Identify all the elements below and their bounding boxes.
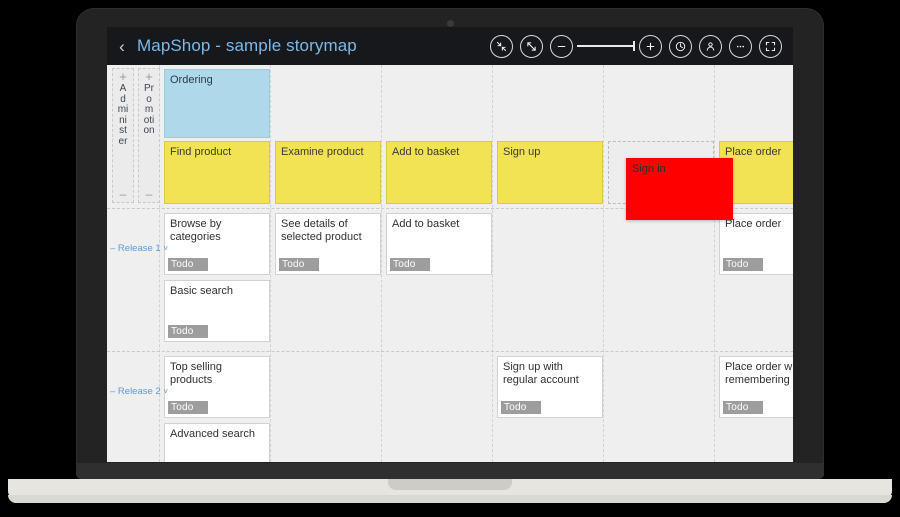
activity-card-examine-product[interactable]: Examine product <box>275 141 381 204</box>
status-badge[interactable]: Todo <box>390 258 430 271</box>
history-icon[interactable] <box>669 35 692 58</box>
vertical-activity-columns: + Administer – + Promotion – <box>112 68 160 203</box>
status-badge[interactable]: Todo <box>723 258 763 271</box>
vcol-administer[interactable]: + Administer – <box>112 68 134 203</box>
vcol-promotion[interactable]: + Promotion – <box>138 68 160 203</box>
zoom-slider-knob[interactable] <box>633 41 635 51</box>
release-1-band: Browse by categories Todo Basic search T… <box>159 208 793 351</box>
card-title: Place order with remembering d <box>725 361 793 386</box>
card-title: Browse by categories <box>170 218 221 243</box>
card-title: Examine product <box>281 146 364 158</box>
laptop-base-lip <box>8 495 892 503</box>
more-icon[interactable] <box>729 35 752 58</box>
card-title: Sign up <box>503 146 540 158</box>
story-card-add-to-basket[interactable]: Add to basket Todo <box>386 213 492 275</box>
release-2-band: Top selling products Todo Advanced searc… <box>159 351 793 462</box>
story-card-basic-search[interactable]: Basic search Todo <box>164 280 270 342</box>
story-card-sign-up-regular-account[interactable]: Sign up with regular account Todo <box>497 356 603 418</box>
expand-all-icon[interactable] <box>520 35 543 58</box>
dragged-card-sign-in[interactable]: Sign in <box>626 158 733 220</box>
goal-card-ordering[interactable]: Ordering <box>164 69 270 138</box>
story-card-place-order[interactable]: Place order Todo <box>719 213 793 275</box>
zoom-slider[interactable] <box>550 35 662 58</box>
collapse-icon[interactable]: – <box>146 190 153 199</box>
card-title: Sign in <box>632 163 666 175</box>
storymap-board[interactable]: + Administer – + Promotion – <box>107 65 793 462</box>
status-badge[interactable]: Todo <box>168 258 208 271</box>
story-card-place-order-remembering[interactable]: Place order with remembering d Todo <box>719 356 793 418</box>
release-tag-1[interactable]: – Release 1 ˅ <box>110 243 168 254</box>
card-title: Place order <box>725 218 781 230</box>
laptop-notch <box>388 479 512 490</box>
status-badge[interactable]: Todo <box>279 258 319 271</box>
release-tag-2[interactable]: – Release 2 ˅ <box>110 386 168 397</box>
card-title: Add to basket <box>392 218 459 230</box>
story-card-advanced-search[interactable]: Advanced search <box>164 423 270 462</box>
card-title: See details of selected product <box>281 218 362 243</box>
vcol-label: Promotion <box>143 84 155 137</box>
story-card-browse-by-categories[interactable]: Browse by categories Todo <box>164 213 270 275</box>
fullscreen-icon[interactable] <box>759 35 782 58</box>
laptop-deck <box>76 463 824 479</box>
zoom-slider-track[interactable] <box>577 45 635 47</box>
backbone-band: Ordering Find product Examine product Ad… <box>159 65 793 208</box>
collapse-all-icon[interactable] <box>490 35 513 58</box>
app-titlebar: ‹ MapShop - sample storymap <box>107 27 793 65</box>
status-badge[interactable]: Todo <box>168 325 208 338</box>
story-card-top-selling-products[interactable]: Top selling products Todo <box>164 356 270 418</box>
page-title: MapShop - sample storymap <box>137 36 357 56</box>
user-icon[interactable] <box>699 35 722 58</box>
back-button[interactable]: ‹ <box>111 27 133 65</box>
chevron-down-icon[interactable]: ˅ <box>163 244 168 253</box>
activity-card-find-product[interactable]: Find product <box>164 141 270 204</box>
story-card-see-details[interactable]: See details of selected product Todo <box>275 213 381 275</box>
card-title: Sign up with regular account <box>503 361 579 386</box>
zoom-in-icon[interactable] <box>639 35 662 58</box>
zoom-out-icon[interactable] <box>550 35 573 58</box>
activity-card-sign-up[interactable]: Sign up <box>497 141 603 204</box>
card-title: Find product <box>170 146 231 158</box>
webcam-icon <box>447 20 454 27</box>
chevron-down-icon[interactable]: ˅ <box>163 387 168 396</box>
laptop-screen: ‹ MapShop - sample storymap <box>107 27 793 462</box>
card-title: Place order <box>725 146 781 158</box>
screenshot-stage: ‹ MapShop - sample storymap <box>0 0 900 517</box>
card-title: Add to basket <box>392 146 459 158</box>
vcol-label: Administer <box>117 84 129 147</box>
card-title: Basic search <box>170 285 233 297</box>
card-title: Advanced search <box>170 428 255 440</box>
collapse-icon[interactable]: – <box>120 190 127 199</box>
release-label: – Release 2 <box>110 386 161 397</box>
card-title: Ordering <box>170 74 213 86</box>
add-card-icon[interactable]: + <box>119 71 127 82</box>
add-card-icon[interactable]: + <box>145 71 153 82</box>
status-badge[interactable]: Todo <box>723 401 763 414</box>
status-badge[interactable]: Todo <box>168 401 208 414</box>
activity-card-add-to-basket[interactable]: Add to basket <box>386 141 492 204</box>
release-label: – Release 1 <box>110 243 161 254</box>
toolbar <box>490 35 787 58</box>
status-badge[interactable]: Todo <box>501 401 541 414</box>
card-title: Top selling products <box>170 361 222 386</box>
